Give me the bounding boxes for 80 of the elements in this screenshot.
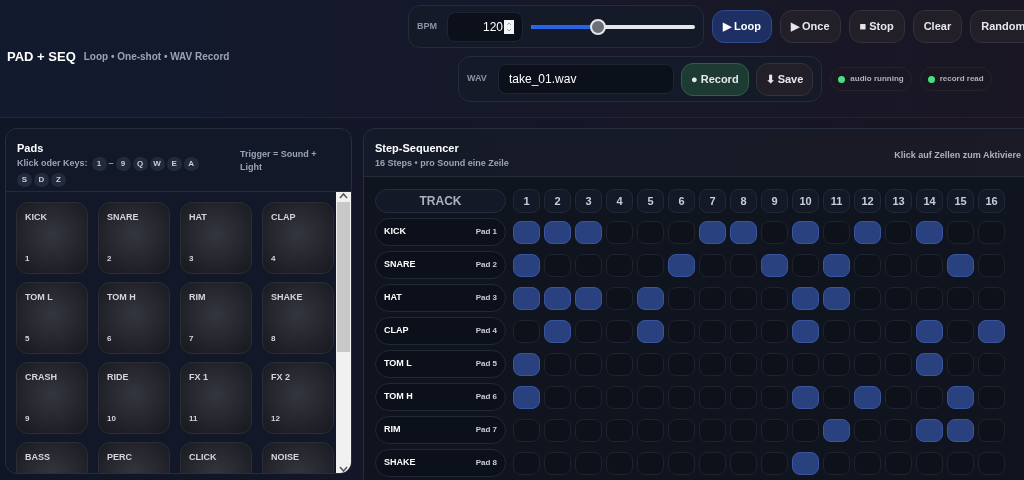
trigger-hint: Trigger = Sound + Light [240, 148, 318, 174]
drum-pad[interactable]: FX 2 12 [262, 362, 335, 434]
bpm-label: BPM [417, 19, 438, 33]
step-number: 2 [544, 189, 571, 213]
drum-pad[interactable]: HAT 3 [180, 202, 252, 274]
step-number: 16 [978, 189, 1005, 213]
track-pad: Pad 5 [475, 358, 497, 370]
transport-button[interactable]: Clear [912, 10, 963, 43]
step-number: 8 [730, 189, 757, 213]
drum-pad[interactable]: CRASH 9 [16, 362, 88, 434]
track-pad: Pad 8 [475, 457, 497, 469]
step-number: 12 [854, 189, 881, 213]
status-text: record read [939, 73, 984, 85]
step-number: 4 [606, 189, 633, 213]
track-pad: Pad 7 [475, 424, 497, 436]
step-number: 3 [575, 189, 602, 213]
step-number: 5 [637, 189, 664, 213]
mode-button[interactable]: ▶ Loop [712, 10, 772, 43]
step-number: 14 [916, 189, 943, 213]
track-name: HAT [384, 291, 402, 305]
drum-pad[interactable]: RIM 7 [180, 282, 252, 354]
drum-pad[interactable]: SHAKE 8 [262, 282, 335, 354]
app-title: PAD + SEQ [7, 47, 76, 66]
mode-button[interactable]: ▶ Once [779, 10, 841, 43]
panel-title: Step-Sequencer [375, 141, 460, 156]
drum-pad[interactable]: CLICK [180, 442, 252, 473]
key-chip: Q [132, 156, 148, 171]
step-number: 7 [699, 189, 726, 213]
step-number: 13 [885, 189, 912, 213]
keys-label: Klick oder Keys: [17, 156, 88, 170]
drum-pad[interactable]: BASS [16, 442, 88, 473]
track-pad: Pad 2 [475, 259, 497, 271]
key-chip: A [183, 156, 199, 171]
track-column-header: TRACK [375, 189, 506, 213]
step-number: 1 [513, 189, 540, 213]
drum-pad[interactable]: TOM H 6 [98, 282, 170, 354]
key-chip: E [166, 156, 182, 171]
app-subtitle: Loop • One-shot • WAV Record [83, 50, 230, 64]
transport-button[interactable]: ■ Stop [848, 10, 905, 43]
panel-subtitle: 16 Steps • pro Sound eine Zeile [375, 156, 509, 170]
track-name: RIM [384, 423, 401, 437]
drum-pad[interactable]: CLAP 4 [262, 202, 335, 274]
drum-pad[interactable]: PERC [98, 442, 170, 473]
status-text: audio running [850, 73, 904, 85]
drum-pad[interactable]: KICK 1 [16, 202, 88, 274]
key-chip: Z [51, 172, 66, 187]
track-name: KICK [384, 225, 406, 239]
key-chip: 9 [115, 156, 131, 171]
key-chip: D [34, 172, 49, 187]
step-number: 15 [947, 189, 974, 213]
drum-pad[interactable]: SNARE 2 [98, 202, 170, 274]
track-pad: Pad 4 [475, 325, 497, 337]
sequencer-hint: Klick auf Zellen zum Aktiviere [894, 149, 1022, 162]
record-button[interactable]: ● Record [681, 62, 749, 96]
key-chip: W [149, 156, 165, 171]
range-dash: – [108, 156, 114, 170]
wav-label: WAV [467, 72, 488, 86]
drum-pad[interactable]: TOM L 5 [16, 282, 88, 354]
track-pad: Pad 1 [475, 226, 497, 238]
step-number: 9 [761, 189, 788, 213]
step-number: 6 [668, 189, 695, 213]
filename-field[interactable]: take_01.wav [498, 64, 674, 94]
step-number: 11 [823, 189, 850, 213]
save-button[interactable]: ⬇ Save [755, 62, 814, 96]
key-chip: S [17, 172, 32, 187]
transport-button[interactable]: Random [970, 10, 1024, 43]
panel-title: Pads [17, 141, 45, 156]
track-name: SHAKE [384, 456, 416, 470]
drum-pad[interactable]: RIDE 10 [98, 362, 170, 434]
key-chip: 1 [91, 156, 107, 171]
track-pad: Pad 6 [475, 391, 497, 403]
track-name: SNARE [384, 258, 416, 272]
track-name: TOM H [384, 390, 413, 404]
track-pad: Pad 3 [475, 292, 497, 304]
track-name: TOM L [384, 357, 412, 371]
track-name: CLAP [384, 324, 409, 338]
step-number: 10 [792, 189, 819, 213]
drum-pad[interactable]: FX 1 11 [180, 362, 252, 434]
bpm-field[interactable]: 120 [447, 11, 523, 42]
drum-pad[interactable]: NOISE [262, 442, 335, 473]
